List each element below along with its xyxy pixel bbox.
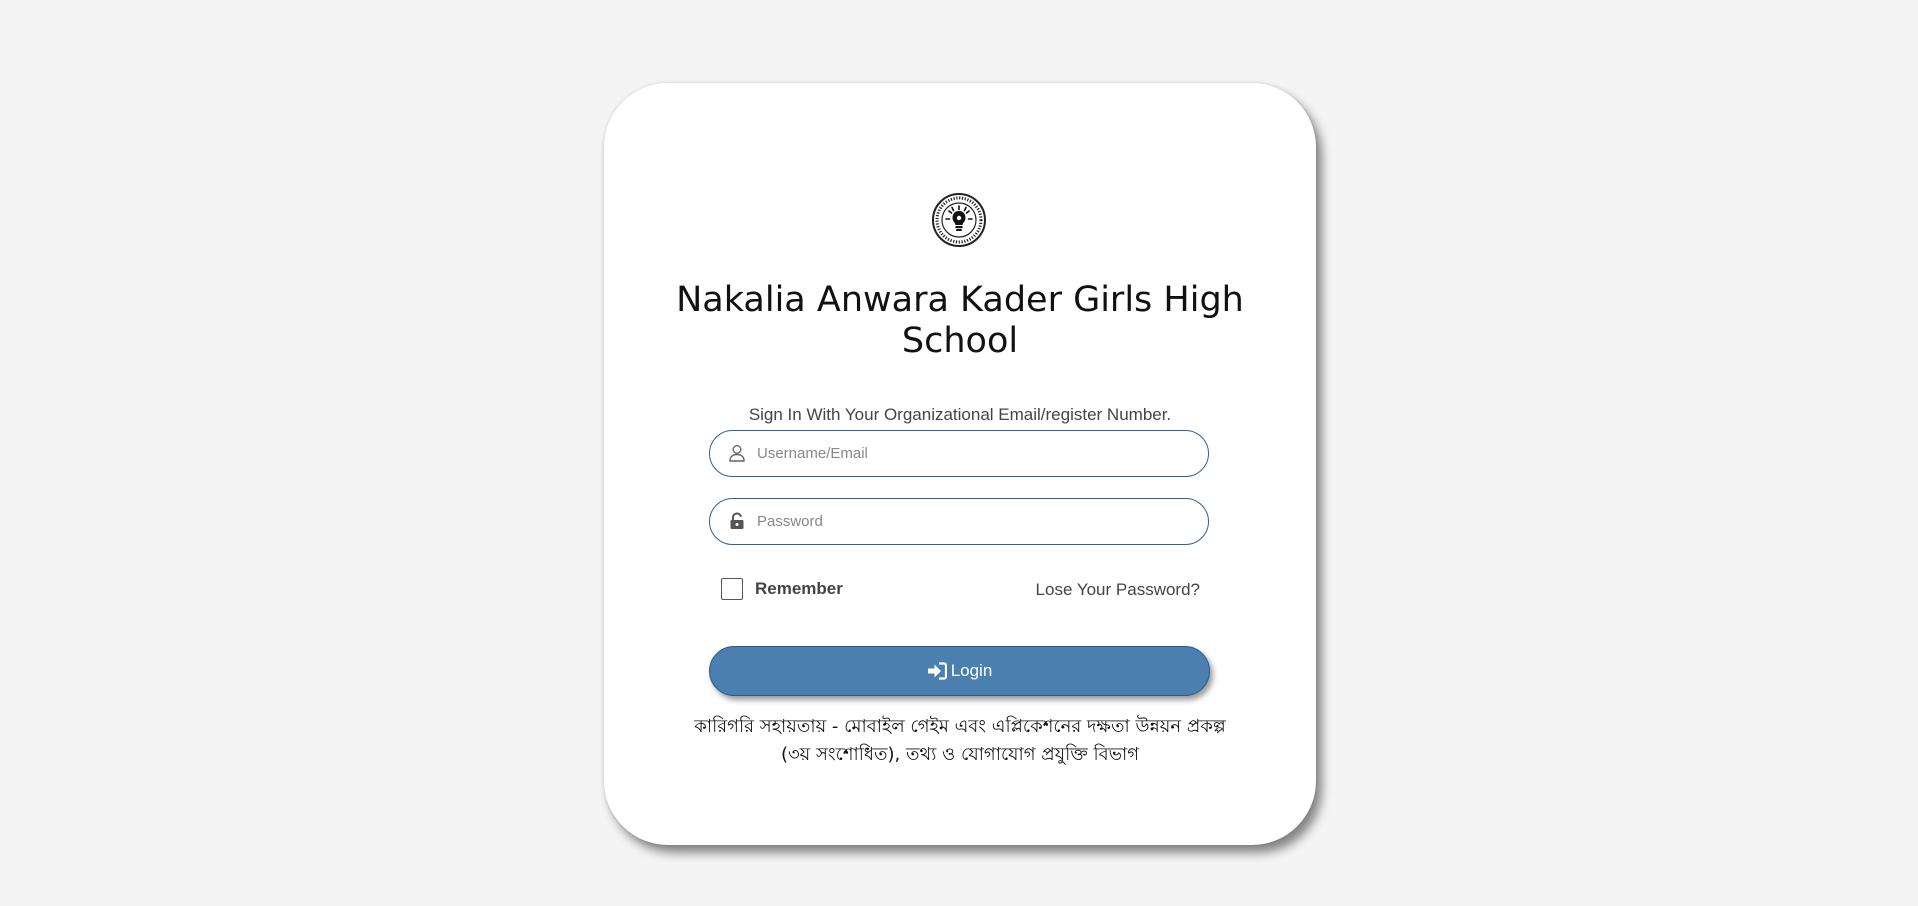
sign-in-icon <box>927 662 947 680</box>
username-input[interactable] <box>757 431 1197 475</box>
remember-checkbox[interactable] <box>721 578 743 600</box>
login-button[interactable]: Login <box>709 646 1210 696</box>
remember-me[interactable]: Remember <box>721 578 843 600</box>
lock-icon <box>730 512 744 529</box>
school-logo-icon <box>932 193 986 247</box>
login-button-label: Login <box>950 661 993 680</box>
password-input[interactable] <box>757 499 1197 543</box>
sign-in-instructions: Sign In With Your Organizational Email/r… <box>748 405 1172 424</box>
login-card: Nakalia Anwara Kader Girls High School S… <box>604 83 1316 845</box>
username-field[interactable] <box>709 430 1209 477</box>
footer-credit: কারিগরি সহায়তায় - মোবাইল গেইম এবং এপ্ল… <box>694 716 1226 765</box>
password-field[interactable] <box>709 498 1209 545</box>
school-title: Nakalia Anwara Kader Girls High School <box>676 280 1244 361</box>
remember-label: Remember <box>755 579 843 598</box>
lost-password-link[interactable]: Lose Your Password? <box>1036 580 1200 600</box>
user-icon <box>729 445 745 462</box>
